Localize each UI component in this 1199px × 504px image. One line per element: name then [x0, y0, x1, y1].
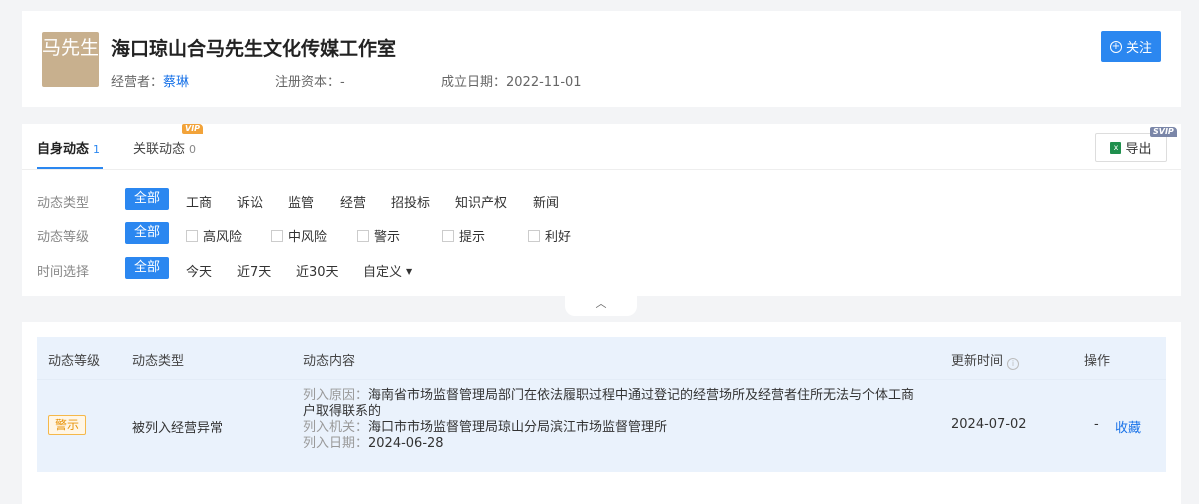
company-header-card: 马先生 海口琼山合马先生文化传媒工作室 经营者：蔡琳 注册资本：- 成立日期：2… — [22, 11, 1181, 107]
info-icon[interactable]: i — [1007, 358, 1020, 370]
capital-label: 注册资本： — [275, 75, 341, 90]
export-button[interactable]: x 导出 — [1095, 133, 1167, 162]
type-option-litigation[interactable]: 诉讼 — [237, 192, 263, 211]
follow-button[interactable]: + 关注 — [1101, 31, 1161, 62]
caret-down-icon: ▼ — [406, 267, 413, 276]
tab-related-news-label: 关联动态 — [133, 142, 186, 157]
date-line: 列入日期：2024-06-28 — [303, 436, 943, 452]
tab-divider — [22, 169, 1181, 170]
svip-badge: SVIP — [1150, 127, 1177, 137]
level-option-all[interactable]: 全部 — [125, 222, 170, 244]
level-option-warning-label: 警示 — [374, 230, 401, 245]
founded-value: 2022-11-01 — [506, 75, 582, 90]
filter-card: 自身动态 1 关联动态 0 VIP x 导出 SVIP 动态类型 全部 工商 诉讼 … — [22, 124, 1181, 296]
company-name: 海口琼山合马先生文化传媒工作室 — [111, 38, 397, 60]
col-content: 动态内容 — [303, 354, 356, 369]
reason-text: 海南省市场监督管理局部门在依法履职过程中通过登记的经营场所及经营者住所无法与个体… — [368, 388, 915, 403]
col-type: 动态类型 — [132, 354, 185, 369]
time-option-today[interactable]: 今天 — [186, 261, 212, 280]
reason-line: 列入原因：海南省市场监督管理局部门在依法履职过程中通过登记的经营场所及经营者住所… — [303, 388, 943, 404]
excel-icon: x — [1110, 141, 1122, 154]
vip-badge: VIP — [182, 124, 204, 134]
type-option-ip[interactable]: 知识产权 — [455, 192, 507, 211]
level-option-high-risk[interactable]: 高风险 — [186, 226, 242, 245]
row-content: 列入原因：海南省市场监督管理局部门在依法履职过程中通过登记的经营场所及经营者住所… — [303, 388, 943, 452]
date-text: 2024-06-28 — [368, 436, 444, 451]
checkbox[interactable] — [357, 230, 369, 242]
level-filter-label: 动态等级 — [37, 230, 90, 245]
org-label: 列入机关： — [303, 420, 369, 435]
col-action: 操作 — [1084, 354, 1111, 369]
tab-related-news-count: 0 — [189, 143, 197, 156]
tab-related-news[interactable]: 关联动态 0 — [133, 138, 196, 157]
col-level: 动态等级 — [48, 354, 101, 369]
operator-info: 经营者：蔡琳 — [111, 71, 189, 90]
level-option-high-risk-label: 高风险 — [203, 230, 243, 245]
time-option-30days[interactable]: 近30天 — [296, 261, 339, 280]
checkbox[interactable] — [528, 230, 540, 242]
checkbox[interactable] — [442, 230, 454, 242]
operator-name-link[interactable]: 蔡琳 — [163, 75, 189, 90]
level-option-mid-risk-label: 中风险 — [288, 230, 328, 245]
table-header: 动态等级 动态类型 动态内容 更新时间 i 操作 — [37, 337, 1166, 379]
capital-value: - — [340, 75, 345, 90]
col-updated-label: 更新时间 — [951, 354, 1004, 369]
level-option-hint[interactable]: 提示 — [442, 226, 485, 245]
capital-info: 注册资本：- — [275, 71, 345, 90]
table-row: 警示 被列入经营异常 列入原因：海南省市场监督管理局部门在依法履职过程中通过登记… — [37, 379, 1166, 472]
type-option-all[interactable]: 全部 — [125, 188, 170, 210]
level-option-warning[interactable]: 警示 — [357, 226, 400, 245]
founded-label: 成立日期： — [441, 75, 507, 90]
plus-circle-icon: + — [1109, 40, 1122, 53]
date-label: 列入日期： — [303, 436, 369, 451]
time-option-custom-label: 自定义 — [363, 265, 403, 280]
tab-self-news-count: 1 — [93, 143, 101, 156]
level-option-hint-label: 提示 — [459, 230, 486, 245]
level-option-mid-risk[interactable]: 中风险 — [271, 226, 327, 245]
follow-label: 关注 — [1125, 41, 1152, 56]
type-option-regulation[interactable]: 监管 — [288, 192, 314, 211]
time-option-custom[interactable]: 自定义 ▼ — [363, 261, 412, 280]
time-option-all[interactable]: 全部 — [125, 257, 170, 279]
type-filter-label: 动态类型 — [37, 196, 90, 211]
company-avatar: 马先生 — [42, 32, 99, 87]
tab-self-news-label: 自身动态 — [37, 142, 90, 157]
favorite-link[interactable]: 收藏 — [1115, 417, 1141, 436]
time-option-7days[interactable]: 近7天 — [237, 261, 271, 280]
export-label: 导出 — [1125, 142, 1152, 157]
row-updated: 2024-07-02 — [951, 417, 1027, 432]
type-option-bidding[interactable]: 招投标 — [391, 192, 430, 211]
level-option-positive[interactable]: 利好 — [528, 226, 571, 245]
checkbox[interactable] — [271, 230, 283, 242]
row-action-dash: - — [1094, 417, 1099, 432]
level-option-positive-label: 利好 — [545, 230, 572, 245]
tab-self-news[interactable]: 自身动态 1 — [37, 138, 100, 157]
type-option-news[interactable]: 新闻 — [533, 192, 559, 211]
news-table-card: 动态等级 动态类型 动态内容 更新时间 i 操作 警示 被列入经营异常 列入原因：… — [22, 322, 1181, 504]
row-type: 被列入经营异常 — [132, 421, 224, 436]
reason-line-cont: 户取得联系的 — [303, 404, 382, 419]
founded-info: 成立日期：2022-11-01 — [441, 71, 582, 90]
level-badge: 警示 — [48, 415, 87, 435]
collapse-filter-button[interactable]: ︿ — [565, 296, 637, 316]
reason-label: 列入原因： — [303, 388, 369, 403]
col-updated: 更新时间 i — [951, 350, 1020, 370]
operator-label: 经营者： — [111, 75, 164, 90]
org-line: 列入机关：海口市市场监督管理局琼山分局滨江市场监督管理所 — [303, 420, 943, 436]
time-filter-label: 时间选择 — [37, 265, 90, 280]
checkbox[interactable] — [186, 230, 198, 242]
org-text: 海口市市场监督管理局琼山分局滨江市场监督管理所 — [368, 420, 668, 435]
type-option-operation[interactable]: 经营 — [340, 192, 366, 211]
type-option-business[interactable]: 工商 — [186, 192, 212, 211]
chevron-up-icon: ︿ — [595, 297, 607, 310]
